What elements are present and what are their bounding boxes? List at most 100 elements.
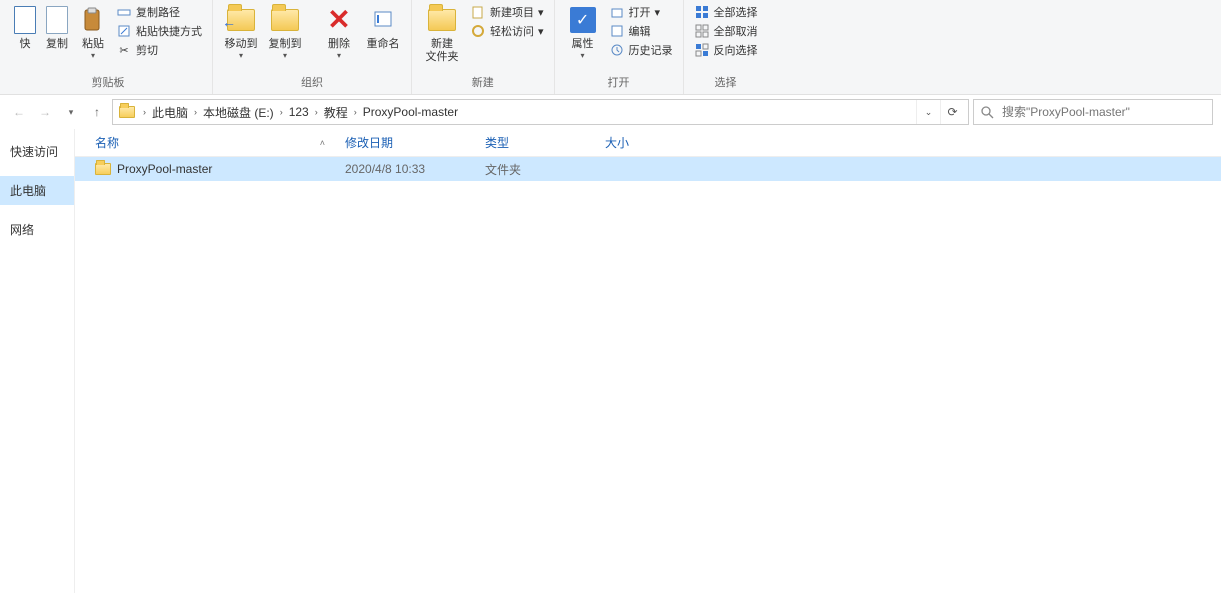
column-header-size[interactable]: 大小 <box>595 134 665 151</box>
up-button[interactable]: ↑ <box>86 100 108 124</box>
cut-button[interactable]: ✂ 剪切 <box>116 42 202 58</box>
open-group-label: 打开 <box>608 72 630 94</box>
chevron-right-icon[interactable]: › <box>141 107 148 117</box>
breadcrumb-segment[interactable]: 教程 <box>320 104 352 121</box>
recent-locations-button[interactable]: ▾ <box>60 100 82 124</box>
search-box[interactable] <box>973 99 1213 125</box>
invert-icon <box>694 42 710 58</box>
address-bar: ← → ▾ ↑ › 此电脑 › 本地磁盘 (E:) › 123 › 教程 › P… <box>0 95 1221 129</box>
edit-label: 编辑 <box>629 23 651 39</box>
history-icon <box>609 42 625 58</box>
organize-group-label: 组织 <box>301 72 323 94</box>
sidebar-item-network[interactable]: 网络 <box>0 215 74 244</box>
edit-button[interactable]: 编辑 <box>609 23 673 39</box>
ribbon-group-new: 新建 文件夹 新建项目 ▾ 轻松访问 ▾ 新建 <box>412 0 555 94</box>
history-button[interactable]: 历史记录 <box>609 42 673 58</box>
copy-label: 复制 <box>46 38 68 51</box>
chevron-right-icon[interactable]: › <box>192 107 199 117</box>
select-none-icon <box>694 23 710 39</box>
path-icon <box>116 4 132 20</box>
dropdown-arrow-icon: ▾ <box>91 51 95 60</box>
sidebar-item-quick-access[interactable]: 快速访问 <box>0 137 74 166</box>
open-button[interactable]: 打开 ▾ <box>609 4 673 20</box>
refresh-button[interactable]: ⟳ <box>940 100 964 124</box>
folder-icon <box>117 102 137 122</box>
list-item[interactable]: ProxyPool-master 2020/4/8 10:33 文件夹 <box>75 157 1221 181</box>
delete-button[interactable]: ✕ 删除 ▾ <box>317 2 361 62</box>
easy-access-label: 轻松访问 <box>490 23 534 39</box>
dropdown-arrow-icon: ▾ <box>538 6 544 19</box>
column-headers: 名称 ˄ 修改日期 类型 大小 <box>75 129 1221 157</box>
forward-button[interactable]: → <box>34 100 56 124</box>
chevron-right-icon[interactable]: › <box>278 107 285 117</box>
breadcrumb-segment[interactable]: 本地磁盘 (E:) <box>199 104 278 121</box>
navigation-pane: 快速访问 此电脑 网络 <box>0 129 75 593</box>
column-header-name[interactable]: 名称 ˄ <box>75 134 335 151</box>
folder-icon <box>95 163 111 175</box>
shortcut-icon <box>116 23 132 39</box>
x-icon: ✕ <box>327 6 350 34</box>
breadcrumb-dropdown-button[interactable]: ⌄ <box>916 100 940 124</box>
move-to-button[interactable]: ← 移动到 ▾ <box>219 2 263 62</box>
invert-label: 反向选择 <box>714 42 758 58</box>
rename-button[interactable]: 重命名 <box>361 2 405 53</box>
properties-button[interactable]: ✓ 属性 ▾ <box>561 2 605 62</box>
easy-access-button[interactable]: 轻松访问 ▾ <box>470 23 544 39</box>
pin-quick-access-button[interactable]: 快 <box>10 2 40 53</box>
select-all-label: 全部选择 <box>714 4 758 20</box>
copy-button[interactable]: 复制 <box>40 2 74 53</box>
properties-label: 属性 <box>572 38 594 51</box>
breadcrumb-segment[interactable]: 此电脑 <box>148 104 192 121</box>
chevron-right-icon[interactable]: › <box>313 107 320 117</box>
back-button[interactable]: ← <box>8 100 30 124</box>
invert-selection-button[interactable]: 反向选择 <box>694 42 758 58</box>
dropdown-arrow-icon: ▾ <box>337 51 341 60</box>
copy-path-button[interactable]: 复制路径 <box>116 4 202 20</box>
move-to-label: 移动到 <box>225 38 258 51</box>
select-group-label: 选择 <box>715 72 737 94</box>
select-none-label: 全部取消 <box>714 23 758 39</box>
select-all-button[interactable]: 全部选择 <box>694 4 758 20</box>
column-header-date[interactable]: 修改日期 <box>335 134 475 151</box>
new-group-label: 新建 <box>472 72 494 94</box>
dropdown-arrow-icon: ▾ <box>538 25 544 38</box>
dropdown-arrow-icon: ▾ <box>239 51 243 60</box>
explorer-body: 快速访问 此电脑 网络 名称 ˄ 修改日期 类型 大小 ProxyPool-ma… <box>0 129 1221 593</box>
delete-label: 删除 <box>328 38 350 51</box>
content-pane: 名称 ˄ 修改日期 类型 大小 ProxyPool-master 2020/4/… <box>75 129 1221 593</box>
column-name-label: 名称 <box>95 134 119 151</box>
breadcrumb-segment[interactable]: 123 <box>285 105 313 119</box>
new-item-label: 新建项目 <box>490 4 534 20</box>
history-label: 历史记录 <box>629 42 673 58</box>
select-all-icon <box>694 4 710 20</box>
search-input[interactable] <box>1002 105 1206 119</box>
paste-button[interactable]: 粘贴 ▾ <box>74 2 112 62</box>
new-folder-label: 新建 文件夹 <box>426 38 459 64</box>
sidebar-item-this-pc[interactable]: 此电脑 <box>0 176 74 205</box>
new-folder-button[interactable]: 新建 文件夹 <box>418 2 466 66</box>
chevron-right-icon[interactable]: › <box>352 107 359 117</box>
rename-label: 重命名 <box>367 38 400 51</box>
paste-shortcut-label: 粘贴快捷方式 <box>136 23 202 39</box>
search-icon <box>980 105 996 119</box>
file-name-label: ProxyPool-master <box>117 162 212 176</box>
open-icon <box>609 4 625 20</box>
dropdown-arrow-icon: ▾ <box>283 51 287 60</box>
clipboard-group-label: 剪贴板 <box>92 72 125 94</box>
new-item-button[interactable]: 新建项目 ▾ <box>470 4 544 20</box>
new-item-icon <box>470 4 486 20</box>
paste-shortcut-button[interactable]: 粘贴快捷方式 <box>116 23 202 39</box>
breadcrumb[interactable]: › 此电脑 › 本地磁盘 (E:) › 123 › 教程 › ProxyPool… <box>112 99 969 125</box>
column-header-type[interactable]: 类型 <box>475 134 595 151</box>
edit-icon <box>609 23 625 39</box>
copy-to-button[interactable]: 复制到 ▾ <box>263 2 307 62</box>
dropdown-arrow-icon: ▾ <box>655 6 661 19</box>
dropdown-arrow-icon: ▾ <box>581 51 585 60</box>
check-icon: ✓ <box>570 7 596 33</box>
copy-to-label: 复制到 <box>269 38 302 51</box>
copy-path-label: 复制路径 <box>136 4 180 20</box>
easy-access-icon <box>470 23 486 39</box>
select-none-button[interactable]: 全部取消 <box>694 23 758 39</box>
breadcrumb-segment[interactable]: ProxyPool-master <box>359 105 462 119</box>
ribbon-group-organize: ← 移动到 ▾ 复制到 ▾ ✕ 删除 ▾ 重命名 组织 <box>213 0 412 94</box>
